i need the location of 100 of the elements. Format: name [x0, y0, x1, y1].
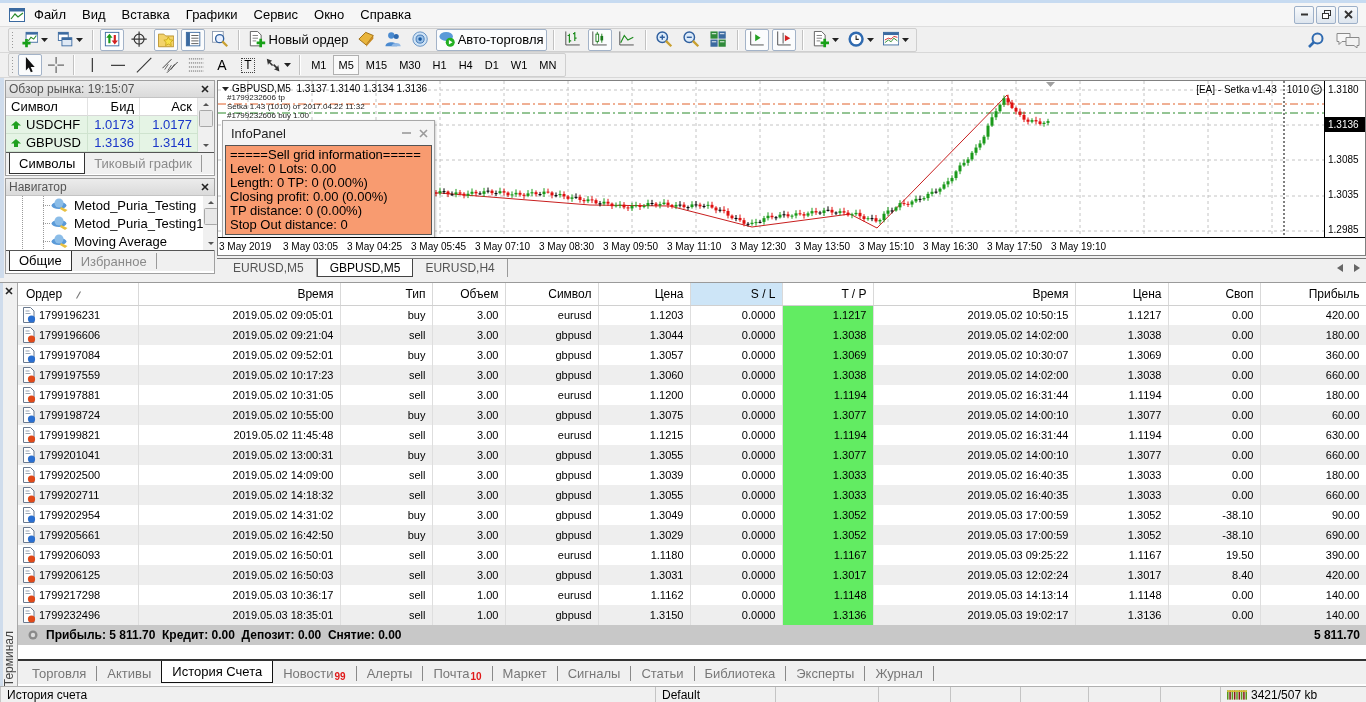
price-label: 1.3085 [1327, 153, 1360, 167]
text-tool[interactable]: A [210, 54, 234, 76]
summary-text: Прибыль: 5 811.70 Кредит: 0.00 Депозит: 0.00 Снятие: 0.00 [46, 628, 402, 642]
terminal-tab[interactable]: Маркет [492, 663, 557, 683]
column-header[interactable]: T / P [782, 283, 873, 305]
close-button[interactable] [1338, 5, 1358, 24]
close-icon[interactable] [4, 287, 13, 295]
terminal-tab[interactable]: История Счета [161, 661, 274, 683]
terminal-tab[interactable]: Активы [97, 663, 162, 683]
menu-item[interactable]: Графики [177, 4, 246, 25]
terminal-tab[interactable]: Торговля [22, 663, 97, 683]
chart-shift-button[interactable] [771, 28, 796, 51]
terminal-button[interactable] [181, 28, 206, 51]
table-cell: 1.3052 [782, 525, 873, 545]
document-plus-icon [249, 31, 266, 48]
terminal-tab[interactable]: Журнал [865, 663, 933, 683]
menu-item[interactable]: Вставка [113, 4, 178, 25]
zoom-out-icon [683, 31, 700, 48]
table-cell: 1.3033 [782, 465, 873, 485]
restore-button[interactable] [1316, 5, 1336, 24]
chart-tab[interactable]: GBPUSD,M5 [316, 259, 414, 277]
timeframe-button[interactable]: M1 [306, 55, 332, 75]
column-header[interactable]: S / L [690, 283, 782, 305]
cursor-tool[interactable] [18, 54, 42, 76]
menu-item[interactable]: Сервис [245, 4, 307, 25]
order-number: 1799206125 [39, 569, 101, 581]
column-header[interactable]: Аск [140, 98, 198, 116]
column-header[interactable]: Символ [505, 283, 598, 305]
column-header[interactable]: Цена [1075, 283, 1168, 305]
time-label: 3 May 17:50 [987, 241, 1044, 252]
close-icon[interactable] [201, 85, 209, 93]
timeframe-button[interactable]: W1 [505, 55, 533, 75]
app-icon[interactable] [8, 5, 26, 24]
column-header[interactable]: Тип [340, 283, 432, 305]
terminal-tab[interactable]: Эксперты [786, 663, 865, 683]
order-number: 1799232496 [39, 609, 101, 621]
search-icon[interactable] [1308, 31, 1324, 48]
symbol-name: GBPUSD [26, 135, 81, 150]
scroll-left-icon[interactable] [1337, 264, 1343, 272]
column-header[interactable]: Объем [432, 283, 505, 305]
time-label: 3 May 2019 [219, 241, 273, 252]
cursor-icon [24, 57, 36, 73]
chart-tab[interactable]: EURUSD,M5 [221, 259, 317, 277]
menu-item[interactable]: Файл [26, 4, 74, 25]
menu-item[interactable]: Справка [352, 4, 420, 25]
column-header[interactable]: Прибыль [1260, 283, 1366, 305]
time-label: 3 May 16:30 [923, 241, 980, 252]
list-window-icon [185, 31, 202, 48]
menu-item[interactable]: Окно [306, 4, 353, 25]
table-cell: 1.1194 [782, 385, 873, 405]
price-label: 1.2985 [1327, 222, 1360, 237]
status-text: История счета [7, 687, 88, 702]
column-header[interactable]: Время [873, 283, 1075, 305]
column-header[interactable]: Бид [88, 98, 140, 116]
chart-tab[interactable]: EURUSD,H4 [413, 259, 508, 277]
terminal-tab[interactable]: Сигналы [557, 663, 631, 683]
tree-item[interactable]: Metod_Puria_Testing1 [43, 214, 204, 232]
column-header[interactable]: Цена [598, 283, 690, 305]
bar-chart-icon [564, 31, 581, 48]
fibonacci-icon [187, 57, 205, 73]
timeframe-button[interactable]: M15 [360, 55, 393, 75]
book-icon [358, 31, 375, 48]
timeframe-button[interactable]: H1 [427, 55, 452, 75]
timeframe-button[interactable]: M5 [333, 55, 359, 75]
time-label: 3 May 15:10 [859, 241, 916, 252]
timeframe-button[interactable]: D1 [479, 55, 504, 75]
terminal-tab[interactable]: Алерты [356, 663, 423, 683]
column-header[interactable]: Своп [1168, 283, 1260, 305]
tile-windows-icon [710, 31, 727, 48]
time-label: 3 May 08:30 [539, 241, 596, 252]
close-icon[interactable] [201, 183, 209, 191]
terminal-tab[interactable]: Статьи [631, 663, 694, 683]
column-header[interactable]: Символ [6, 98, 88, 116]
table-cell: 1.3033 [782, 485, 873, 505]
terminal-tab[interactable]: Библиотека [694, 663, 786, 683]
column-header[interactable]: Ордер [18, 283, 138, 305]
text-label-tool[interactable]: T [236, 54, 260, 76]
table-cell: 1.3077 [782, 445, 873, 465]
chat-icon[interactable] [1336, 31, 1360, 48]
timeframe-button[interactable]: H4 [453, 55, 478, 75]
auto-scroll-button[interactable] [744, 28, 769, 51]
candles-button[interactable] [587, 28, 612, 51]
time-label: 3 May 04:25 [347, 241, 404, 252]
column-header[interactable]: Время [138, 283, 340, 305]
time-label: 3 May 13:50 [795, 241, 852, 252]
timeframe-button[interactable]: M30 [394, 55, 426, 75]
timeframe-button[interactable]: MN [534, 55, 562, 75]
panel-tab[interactable]: Общие [9, 251, 72, 271]
scroll-right-icon[interactable] [1354, 264, 1360, 272]
panel-tab[interactable]: Символы [9, 153, 86, 174]
market-watch-button[interactable] [100, 28, 125, 51]
menu-item[interactable]: Вид [73, 4, 114, 25]
order-number: 1799198724 [39, 409, 101, 421]
arrows-window-icon [104, 31, 121, 48]
scrollbar[interactable] [198, 98, 214, 152]
auto-trading-button[interactable]: Авто-торговля [435, 28, 547, 51]
time-label: 3 May 11:10 [667, 241, 723, 252]
time-label: 3 May 05:45 [411, 241, 468, 252]
new-order-button[interactable]: Новый ордер [246, 28, 352, 51]
restore-icon [1321, 10, 1331, 19]
